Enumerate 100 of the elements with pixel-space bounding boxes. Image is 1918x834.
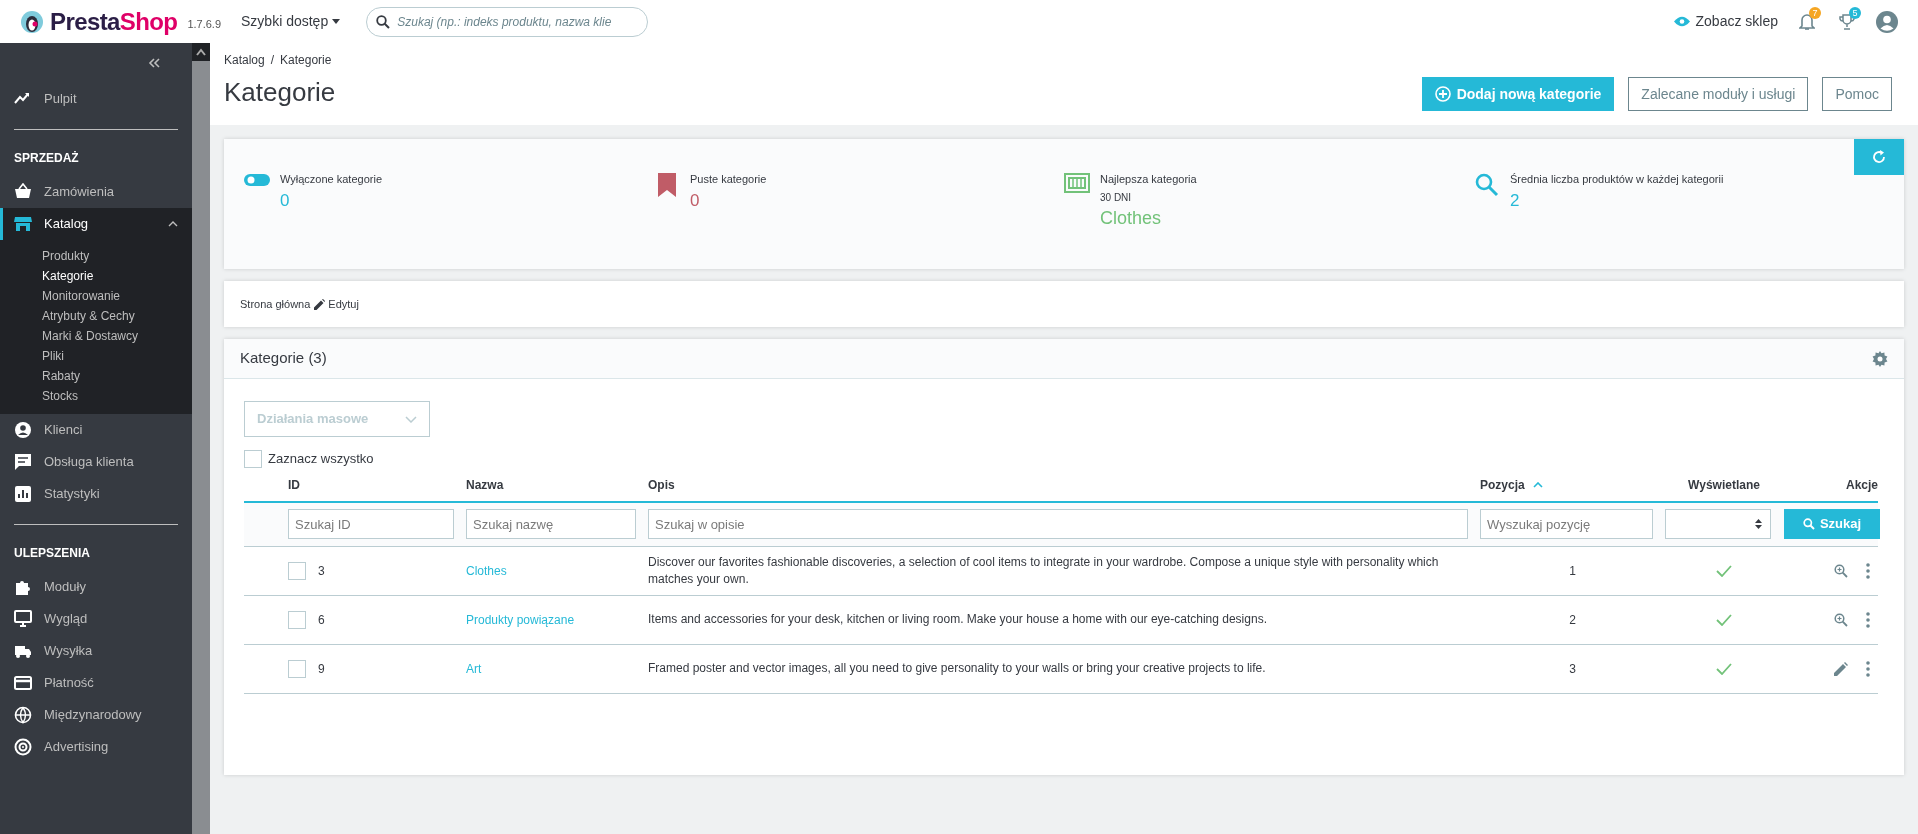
brand-logo: PrestaShop [50, 6, 178, 37]
kpi-label: Najlepsza kategoria [1100, 172, 1197, 187]
section-heading: ULEPSZENIA [13, 545, 91, 562]
kpi-label: Średnia liczba produktów w każdej kategorii [1510, 172, 1724, 187]
table-cell-text: Framed poster and vector images, all you need to give personality to your walls or bring your creative projects to life. [648, 660, 1267, 677]
column-header[interactable]: ID [288, 475, 300, 494]
puzzle-icon [14, 578, 32, 596]
account-button[interactable] [1876, 10, 1898, 33]
table-cell-text: Discover our favorites fashionable discoveries, a selection of cool items to integrate in your wardrobe. Compose a unique style with personality which matches your own. [648, 553, 1440, 588]
sidebar-item[interactable]: Pulpit [0, 83, 192, 115]
scrollbar[interactable] [192, 43, 210, 834]
search-icon [376, 14, 391, 29]
sidebar-item[interactable]: Płatność [0, 667, 192, 699]
table-cell-text: 3 [318, 562, 325, 580]
panel-title: Kategorie (3) [240, 348, 327, 369]
column-header[interactable]: Akcje [1845, 475, 1878, 494]
filter-input[interactable]: Szukaj w opisie [648, 509, 1468, 539]
submenu-item[interactable]: Monitorowanie [0, 286, 192, 306]
sort-up-icon[interactable] [1532, 481, 1543, 488]
pencil-icon[interactable] [1834, 661, 1848, 676]
column-header[interactable]: Pozycja [1480, 475, 1525, 494]
sidebar-item[interactable]: Wygląd [0, 603, 192, 635]
penguin-logo-icon [20, 9, 44, 34]
sidebar-item[interactable]: Katalog [0, 208, 192, 240]
arrow-up-icon[interactable] [196, 48, 206, 56]
filter-input[interactable]: Szukaj ID [288, 509, 454, 539]
submenu-item[interactable]: Kategorie [0, 266, 192, 286]
column-header[interactable]: Nazwa [466, 475, 504, 494]
row-checkbox[interactable] [288, 659, 306, 678]
sidebar-item[interactable]: Klienci [0, 414, 192, 446]
submenu-item[interactable]: Marki & Dostawcy [0, 326, 192, 346]
submenu-item[interactable]: Produkty [0, 246, 192, 266]
plus-circle-icon [1434, 86, 1451, 102]
kpi-value: Clothes [1100, 206, 1163, 229]
collapse-icon[interactable] [148, 58, 160, 68]
select-all-checkbox[interactable]: Zaznacz wszystko [244, 449, 374, 469]
filter-input[interactable]: Szukaj nazwę [466, 509, 636, 539]
breadcrumb-separator: / [270, 52, 275, 69]
column-header[interactable]: Wyświetlane [1688, 475, 1760, 494]
submenu-item[interactable]: Atrybuty & Cechy [0, 306, 192, 326]
trophy-icon [1839, 12, 1855, 31]
count-badge: 5 [1849, 6, 1861, 19]
toolbar-button[interactable]: Zalecane moduły i usługi [1628, 77, 1809, 111]
settings-icon[interactable] [1872, 350, 1888, 367]
caret-down-icon [332, 19, 341, 24]
basket-icon [14, 183, 32, 201]
target-icon [14, 738, 32, 756]
version-label: 1.7.6.9 [187, 17, 222, 33]
zoom-in-icon[interactable] [1834, 563, 1848, 578]
kpi-period: 30 DNI [1100, 190, 1133, 205]
table-cell-text: 9 [318, 660, 325, 678]
more-options-icon[interactable] [1866, 611, 1870, 628]
monitor-icon [14, 610, 32, 628]
sidebar-item[interactable]: Advertising [0, 731, 192, 763]
sidebar-item[interactable]: Międzynarodowy [0, 699, 192, 731]
checkmark-icon[interactable] [1716, 662, 1732, 675]
breadcrumb-link[interactable]: Kategorie [280, 51, 332, 69]
sidebar-item[interactable]: Moduły [0, 571, 192, 603]
kpi-label: Puste kategorie [690, 172, 767, 187]
pencil-icon [314, 298, 326, 310]
sort-arrows-icon [1755, 519, 1762, 529]
more-options-icon[interactable] [1866, 562, 1870, 579]
category-path-text: Strona główna [240, 296, 311, 312]
search-icon [1802, 518, 1815, 530]
section-heading: SPRZEDAŻ [13, 150, 80, 167]
store-icon [14, 215, 32, 233]
search-field[interactable]: Szukaj (np.: indeks produktu, nazwa klie [366, 6, 649, 37]
kpi-value: 2 [1510, 189, 1521, 212]
toolbar-button[interactable]: Pomoc [1822, 77, 1892, 111]
submenu-item[interactable]: Stocks [0, 386, 192, 406]
zoom-in-icon[interactable] [1834, 612, 1848, 627]
filter-input[interactable]: Wyszukaj pozycję [1480, 509, 1653, 539]
edit-link[interactable]: Edytuj [314, 295, 359, 313]
table-cell-text: 2 [1569, 611, 1576, 629]
sidebar-item[interactable]: Wysyłka [0, 635, 192, 667]
user-avatar-icon [1876, 10, 1898, 33]
refresh-button[interactable] [1854, 139, 1904, 175]
row-checkbox[interactable] [288, 561, 306, 580]
row-checkbox[interactable] [288, 610, 306, 629]
sidebar-item[interactable]: Obsługa klienta [0, 446, 192, 478]
sidebar-item[interactable]: Zamówienia [0, 176, 192, 208]
kpi-label: Wyłączone kategorie [280, 172, 382, 187]
credit-card-icon [14, 674, 32, 692]
submenu-item[interactable]: Rabaty [0, 366, 192, 386]
user-icon [14, 421, 32, 439]
more-options-icon[interactable] [1866, 660, 1870, 677]
column-header[interactable]: Opis [648, 475, 675, 494]
table-cell-text: 3 [1569, 660, 1576, 678]
submenu-item[interactable]: Pliki [0, 346, 192, 366]
view-shop-link[interactable]: Zobacz sklep [1673, 11, 1778, 32]
table-cell-text: 6 [318, 611, 325, 629]
table-cell-text: Items and accessories for your desk, kitchen or living room. Make your house a home with our eye-catching designs. [648, 611, 1268, 628]
checkmark-icon[interactable] [1716, 613, 1732, 626]
checkbox[interactable] [244, 449, 262, 468]
quick-access-menu[interactable]: Szybki dostęp [241, 11, 341, 32]
sidebar-item[interactable]: Statystyki [0, 478, 192, 510]
page-title: Kategorie [224, 76, 336, 109]
kpi-value: 0 [280, 189, 291, 212]
checkmark-icon[interactable] [1716, 564, 1732, 577]
breadcrumb-link[interactable]: Katalog [224, 51, 265, 69]
